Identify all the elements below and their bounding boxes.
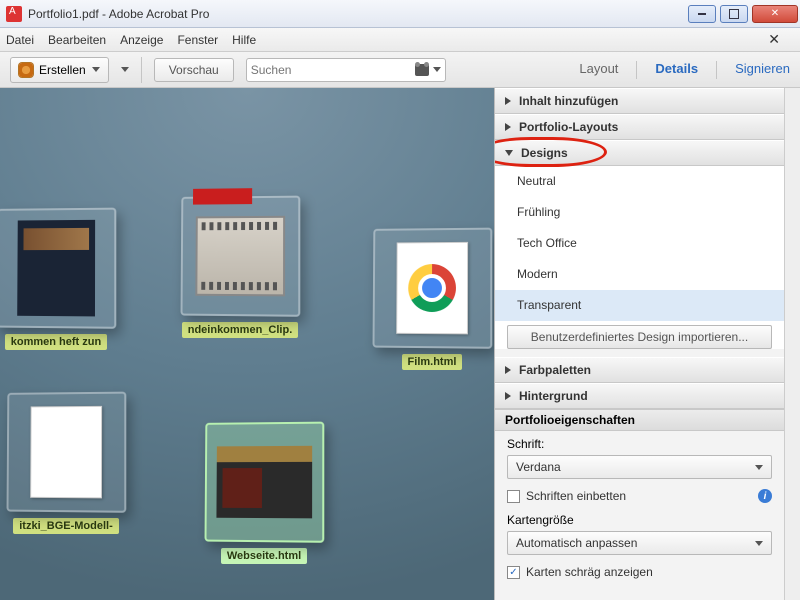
card-size-value: Automatisch anpassen bbox=[516, 536, 637, 550]
tab-layout[interactable]: Layout bbox=[579, 61, 618, 79]
toolbar-dropdown-icon[interactable] bbox=[121, 67, 129, 72]
app-icon bbox=[6, 6, 22, 22]
section-label: Portfolio-Layouts bbox=[519, 120, 618, 134]
section-layouts[interactable]: Portfolio-Layouts bbox=[495, 114, 784, 140]
search-field[interactable] bbox=[251, 63, 415, 77]
create-button[interactable]: Erstellen bbox=[10, 57, 109, 83]
file-label: itzki_BGE-Modell- bbox=[13, 518, 119, 534]
section-label: Hintergrund bbox=[519, 389, 588, 403]
portfolio-canvas[interactable]: kommen heft zun ndeinkommen_Clip. Film.h… bbox=[0, 88, 494, 600]
toolbar: Erstellen Vorschau Layout Details Signie… bbox=[0, 52, 800, 88]
font-value: Verdana bbox=[516, 460, 561, 474]
chevron-down-icon bbox=[755, 541, 763, 546]
menu-bar: Datei Bearbeiten Anzeige Fenster Hilfe ✕ bbox=[0, 28, 800, 52]
menu-file[interactable]: Datei bbox=[6, 33, 34, 47]
font-label: Schrift: bbox=[507, 437, 772, 451]
tab-sign[interactable]: Signieren bbox=[735, 61, 790, 79]
preview-button[interactable]: Vorschau bbox=[154, 58, 234, 82]
menu-view[interactable]: Anzeige bbox=[120, 33, 163, 47]
checkbox-label: Karten schräg anzeigen bbox=[526, 565, 653, 579]
font-select[interactable]: Verdana bbox=[507, 455, 772, 479]
checkbox-label: Schriften einbetten bbox=[526, 489, 626, 503]
red-bar-icon bbox=[193, 188, 252, 204]
document-icon bbox=[30, 406, 102, 499]
checkbox-icon bbox=[507, 490, 520, 503]
binoculars-icon[interactable] bbox=[415, 64, 429, 76]
tilt-cards-checkbox[interactable]: ✓ Karten schräg anzeigen bbox=[495, 561, 784, 583]
menu-edit[interactable]: Bearbeiten bbox=[48, 33, 106, 47]
panel-scrollbar[interactable] bbox=[784, 88, 800, 600]
chevron-right-icon bbox=[505, 366, 511, 374]
create-icon bbox=[19, 63, 33, 77]
design-option-techoffice[interactable]: Tech Office bbox=[495, 228, 784, 259]
section-label: Inhalt hinzufügen bbox=[519, 94, 618, 108]
chevron-down-icon bbox=[92, 67, 100, 72]
card-size-label: Kartengröße bbox=[507, 513, 772, 527]
window-titlebar: Portfolio1.pdf - Adobe Acrobat Pro bbox=[0, 0, 800, 28]
design-option-transparent[interactable]: Transparent bbox=[495, 290, 784, 321]
file-item[interactable]: itzki_BGE-Modell- bbox=[6, 392, 126, 539]
card-size-select[interactable]: Automatisch anpassen bbox=[507, 531, 772, 555]
maximize-button[interactable] bbox=[720, 5, 748, 23]
file-item[interactable]: ndeinkommen_Clip. bbox=[180, 196, 300, 343]
search-input[interactable] bbox=[246, 58, 446, 82]
file-label: Film.html bbox=[402, 354, 463, 370]
design-option-spring[interactable]: Frühling bbox=[495, 197, 784, 228]
section-label: Farbpaletten bbox=[519, 363, 591, 377]
import-design-button[interactable]: Benutzerdefiniertes Design importieren..… bbox=[507, 325, 772, 349]
side-panel: Inhalt hinzufügen Portfolio-Layouts Desi… bbox=[494, 88, 784, 600]
file-label: ndeinkommen_Clip. bbox=[182, 322, 299, 338]
separator bbox=[716, 61, 717, 79]
thumbnail-icon bbox=[17, 220, 95, 317]
filmstrip-icon bbox=[195, 216, 285, 297]
section-label: Designs bbox=[521, 146, 568, 160]
chevron-right-icon bbox=[505, 392, 511, 400]
portfolio-properties-header: Portfolioeigenschaften bbox=[495, 409, 784, 431]
create-label: Erstellen bbox=[39, 63, 86, 77]
section-palettes[interactable]: Farbpaletten bbox=[495, 357, 784, 383]
window-title: Portfolio1.pdf - Adobe Acrobat Pro bbox=[28, 7, 686, 21]
file-item[interactable]: Film.html bbox=[372, 228, 492, 375]
chevron-down-icon bbox=[505, 150, 513, 156]
chevron-right-icon bbox=[505, 123, 511, 131]
file-label: Webseite.html bbox=[221, 548, 307, 564]
menu-window[interactable]: Fenster bbox=[177, 33, 218, 47]
chrome-icon bbox=[408, 264, 456, 312]
separator bbox=[141, 57, 142, 83]
webpage-icon bbox=[216, 446, 312, 519]
embed-fonts-checkbox[interactable]: Schriften einbetten i bbox=[495, 485, 784, 507]
checkbox-icon: ✓ bbox=[507, 566, 520, 579]
section-background[interactable]: Hintergrund bbox=[495, 383, 784, 409]
designs-list: Neutral Frühling Tech Office Modern Tran… bbox=[495, 166, 784, 349]
file-label: kommen heft zun bbox=[5, 334, 107, 350]
menubar-close-icon[interactable]: ✕ bbox=[768, 31, 780, 48]
file-item-selected[interactable]: Webseite.html bbox=[204, 422, 324, 569]
preview-label: Vorschau bbox=[169, 63, 219, 77]
chevron-down-icon bbox=[755, 465, 763, 470]
chevron-right-icon bbox=[505, 97, 511, 105]
design-option-neutral[interactable]: Neutral bbox=[495, 166, 784, 197]
section-add-content[interactable]: Inhalt hinzufügen bbox=[495, 88, 784, 114]
tab-details[interactable]: Details bbox=[655, 61, 698, 79]
search-dropdown-icon[interactable] bbox=[433, 67, 441, 72]
separator bbox=[636, 61, 637, 79]
minimize-button[interactable] bbox=[688, 5, 716, 23]
close-button[interactable] bbox=[752, 5, 798, 23]
menu-help[interactable]: Hilfe bbox=[232, 33, 256, 47]
file-item[interactable]: kommen heft zun bbox=[0, 208, 116, 355]
info-icon[interactable]: i bbox=[758, 489, 772, 503]
section-designs[interactable]: Designs bbox=[495, 140, 784, 166]
design-option-modern[interactable]: Modern bbox=[495, 259, 784, 290]
